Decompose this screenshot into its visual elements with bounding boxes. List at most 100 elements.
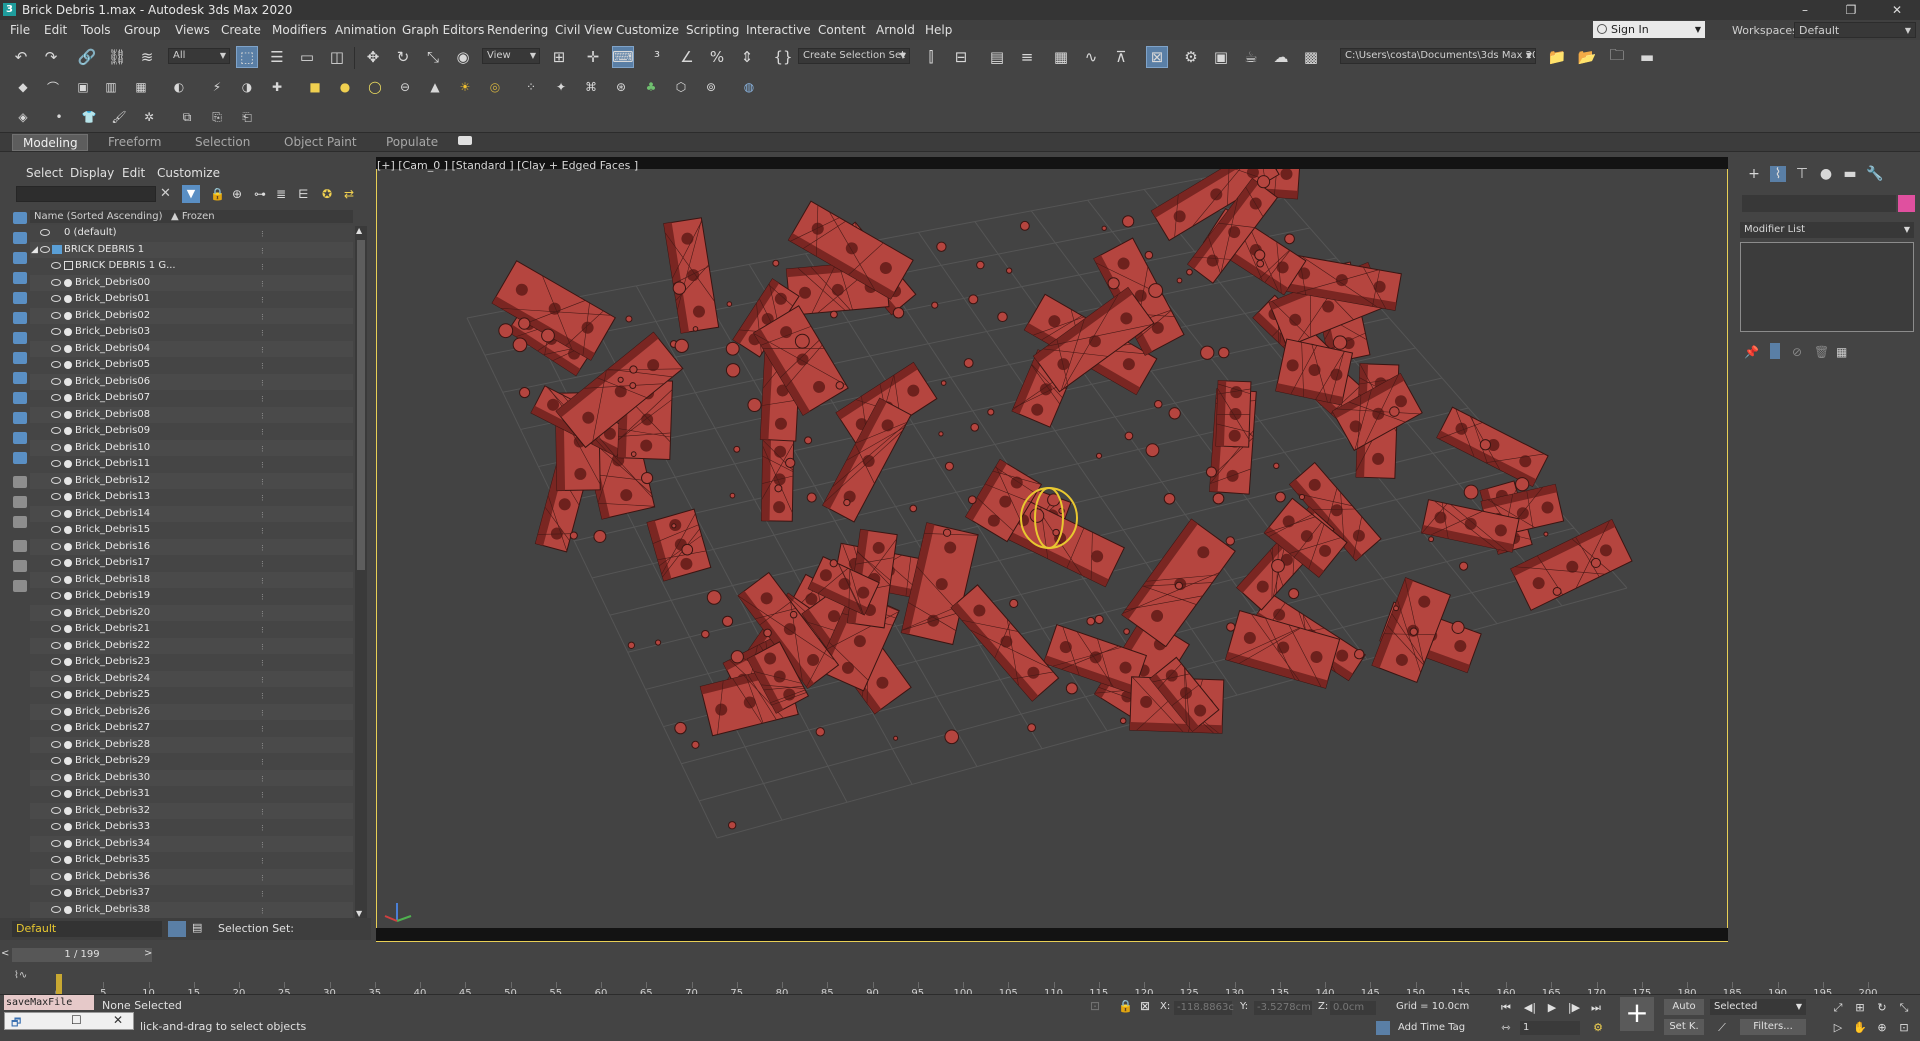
- display-lights-icon[interactable]: [13, 272, 27, 284]
- mirror-icon[interactable]: ⫿: [920, 46, 942, 68]
- freeze-toggle-icon[interactable]: ⁝: [261, 838, 269, 851]
- visibility-eye-icon[interactable]: [51, 278, 61, 286]
- log-icon[interactable]: ⎗: [236, 106, 258, 128]
- freeze-toggle-icon[interactable]: ⁝: [261, 821, 269, 834]
- utilities-tab-icon[interactable]: 🔧: [1866, 166, 1883, 182]
- tree-row[interactable]: Brick_Debris12 ⁝: [30, 472, 353, 489]
- tree-row[interactable]: Brick_Debris22 ⁝: [30, 637, 353, 654]
- set-key-big-icon[interactable]: +: [1620, 997, 1654, 1031]
- tab-populate[interactable]: Populate: [376, 134, 448, 151]
- freeze-toggle-icon[interactable]: ⁝: [261, 640, 269, 653]
- rectangular-selection-icon[interactable]: ▭: [296, 46, 318, 68]
- lock-icon[interactable]: 🔒: [210, 187, 225, 201]
- curve-editor-mini-icon[interactable]: ⌇∿: [14, 970, 27, 981]
- display-children-icon[interactable]: [13, 476, 27, 488]
- tree-row[interactable]: Brick_Debris04 ⁝: [30, 340, 353, 357]
- freeze-toggle-icon[interactable]: ⁝: [261, 607, 269, 620]
- tree-row[interactable]: Brick_Debris01 ⁝: [30, 291, 353, 308]
- tree-row[interactable]: Brick_Debris00 ⁝: [30, 274, 353, 291]
- remove-modifier-icon[interactable]: 🗑: [1814, 345, 1829, 359]
- add-time-tag[interactable]: Add Time Tag: [1398, 1022, 1465, 1033]
- time-config-icon[interactable]: ⚙: [1590, 1021, 1606, 1035]
- render-shortcut-icon[interactable]: ▩: [1300, 46, 1322, 68]
- visibility-eye-icon[interactable]: [51, 526, 61, 533]
- freeze-toggle-icon[interactable]: ⁝: [261, 475, 269, 488]
- scroll-down-icon[interactable]: ▼: [356, 909, 362, 918]
- selection-filter-dropdown[interactable]: All ▼: [168, 48, 230, 64]
- maxscript-listener[interactable]: saveMaxFile: [4, 995, 94, 1010]
- freeze-toggle-icon[interactable]: ⁝: [261, 574, 269, 587]
- filters-button[interactable]: Filters...: [1740, 1019, 1806, 1035]
- select-all-icon[interactable]: [13, 540, 27, 552]
- menu-group[interactable]: Group: [124, 23, 161, 37]
- tree-row[interactable]: Brick_Debris16 ⁝: [30, 538, 353, 555]
- current-frame-field[interactable]: 1: [1520, 1021, 1580, 1035]
- menu-content[interactable]: Content: [818, 23, 866, 37]
- menu-file[interactable]: File: [10, 23, 30, 37]
- visibility-eye-icon[interactable]: [51, 262, 61, 269]
- slider-prev-icon[interactable]: <: [1, 948, 9, 959]
- spot-light-icon[interactable]: ▲: [424, 76, 446, 98]
- display-shapes-icon[interactable]: [13, 252, 27, 264]
- freeze-toggle-icon[interactable]: ⁝: [261, 442, 269, 455]
- time-slider[interactable]: 1 / 199: [12, 948, 152, 962]
- light-icon[interactable]: ■: [304, 76, 326, 98]
- set-key-button[interactable]: Set K.: [1664, 1019, 1704, 1035]
- cylinder-icon[interactable]: ▥: [100, 76, 122, 98]
- layer-stack-icon[interactable]: ⋿: [298, 187, 308, 201]
- layer-dropdown[interactable]: Default: [12, 921, 162, 937]
- project-folder-icon[interactable]: 📁: [1546, 46, 1568, 68]
- tree-row[interactable]: Brick_Debris31 ⁝: [30, 786, 353, 803]
- visibility-eye-icon[interactable]: [51, 674, 61, 682]
- restore-button[interactable]: ❐: [1836, 2, 1866, 18]
- align-icon[interactable]: ⊟: [950, 46, 972, 68]
- display-xrefs-icon[interactable]: [13, 372, 27, 384]
- tree-row[interactable]: Brick_Debris18 ⁝: [30, 571, 353, 588]
- menu-create[interactable]: Create: [221, 23, 261, 37]
- x-coordinate-field[interactable]: -118.8863c: [1174, 1001, 1234, 1015]
- freeze-toggle-icon[interactable]: ⁝: [261, 491, 269, 504]
- maxscript-mini-window[interactable]: 🗗 ☐ ✕: [4, 1012, 134, 1030]
- zoom-icon[interactable]: ⤢: [1830, 1001, 1846, 1015]
- tree-row[interactable]: Brick_Debris28 ⁝: [30, 736, 353, 753]
- arnold-icon[interactable]: ◍: [738, 76, 760, 98]
- visibility-eye-icon[interactable]: [51, 707, 61, 715]
- freeze-toggle-icon[interactable]: ⁝: [261, 788, 269, 801]
- hierarchy-icon[interactable]: ⊶: [254, 187, 266, 201]
- display-containers-icon[interactable]: [13, 412, 27, 424]
- slider-next-icon[interactable]: >: [144, 948, 152, 959]
- open-folder-icon[interactable]: 📂: [1576, 46, 1598, 68]
- plane-icon[interactable]: ▦: [130, 76, 152, 98]
- spinner-snap-icon[interactable]: ⇕: [736, 46, 758, 68]
- freeze-toggle-icon[interactable]: ⁝: [261, 904, 269, 917]
- menu-tools[interactable]: Tools: [81, 23, 111, 37]
- orbit-icon[interactable]: ↻: [1874, 1001, 1890, 1015]
- explorer-search-input[interactable]: [16, 186, 156, 202]
- render-region-icon[interactable]: ◈: [12, 106, 34, 128]
- window-crossing-icon[interactable]: ◫: [326, 46, 348, 68]
- maximize-viewport-icon[interactable]: ⤡: [1896, 1001, 1912, 1015]
- object-color-swatch[interactable]: [1898, 195, 1915, 212]
- tree-row[interactable]: Brick_Debris17 ⁝: [30, 555, 353, 572]
- tree-row[interactable]: Brick_Debris27 ⁝: [30, 720, 353, 737]
- go-to-start-icon[interactable]: ⏮: [1498, 1001, 1514, 1015]
- visibility-eye-icon[interactable]: [51, 823, 61, 830]
- display-influences-icon[interactable]: [13, 496, 27, 508]
- tree-row[interactable]: Brick_Debris32 ⁝: [30, 802, 353, 819]
- add-layer-icon[interactable]: ⊕: [232, 187, 242, 201]
- filter-icon[interactable]: ▼: [182, 185, 200, 203]
- freeze-toggle-icon[interactable]: ⁝: [261, 359, 269, 372]
- key-mode-icon[interactable]: ⇿: [1498, 1021, 1514, 1035]
- layers-icon[interactable]: ≣: [276, 187, 286, 201]
- layer-manager-icon[interactable]: [168, 921, 186, 937]
- freeze-toggle-icon[interactable]: ⁝: [261, 260, 269, 273]
- freeze-toggle-icon[interactable]: ⁝: [261, 805, 269, 818]
- freeze-toggle-icon[interactable]: ⁝: [261, 623, 269, 636]
- configure-sets-icon[interactable]: ▦: [1836, 345, 1847, 359]
- dynamics-icon[interactable]: ⚡: [206, 76, 228, 98]
- project-path-dropdown[interactable]: C:\Users\costa\Documents\3ds Max 2020 ▼: [1340, 48, 1536, 64]
- tree-row[interactable]: Brick_Debris08 ⁝: [30, 406, 353, 423]
- camera-viewport[interactable]: [376, 157, 1728, 942]
- particle-icon[interactable]: ⁘: [520, 76, 542, 98]
- freeze-toggle-icon[interactable]: ⁝: [261, 376, 269, 389]
